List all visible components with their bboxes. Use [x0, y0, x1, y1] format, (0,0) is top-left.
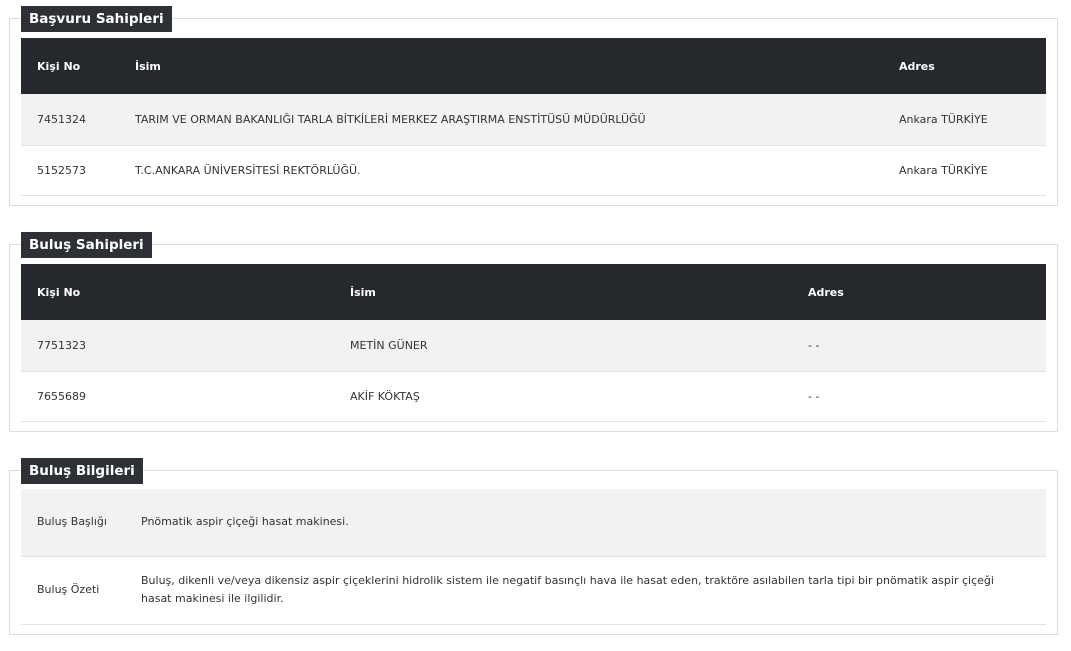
- invention-info-table: Buluş Başlığı Pnömatik aspir çiçeği hasa…: [21, 489, 1046, 625]
- inventors-table: Kişi No İsim Adres 7751323 METİN GÜNER -…: [21, 264, 1046, 422]
- address-cell: Ankara TÜRKİYE: [883, 94, 1046, 146]
- table-row: 7751323 METİN GÜNER - -: [21, 320, 1046, 372]
- column-header-person-no[interactable]: Kişi No: [21, 264, 334, 320]
- name-cell: METİN GÜNER: [334, 320, 792, 372]
- column-header-name[interactable]: İsim: [334, 264, 792, 320]
- address-cell: - -: [792, 371, 1046, 422]
- column-header-address[interactable]: Adres: [792, 264, 1046, 320]
- inventors-header-row: Kişi No İsim Adres: [21, 264, 1046, 320]
- inventors-section-title: Buluş Sahipleri: [21, 232, 152, 258]
- name-cell: TARIM VE ORMAN BAKANLIĞI TARLA BİTKİLERİ…: [119, 94, 883, 146]
- person-no-cell: 7451324: [21, 94, 119, 146]
- invention-info-section-title: Buluş Bilgileri: [21, 458, 143, 484]
- address-cell: - -: [792, 320, 1046, 372]
- table-row: Buluş Başlığı Pnömatik aspir çiçeği hasa…: [21, 489, 1046, 557]
- inventors-section: Buluş Sahipleri Kişi No İsim Adres 77513…: [9, 232, 1058, 432]
- name-cell: T.C.ANKARA ÜNİVERSİTESİ REKTÖRLÜĞÜ.: [119, 145, 883, 196]
- applicants-table: Kişi No İsim Adres 7451324 TARIM VE ORMA…: [21, 38, 1046, 196]
- column-header-person-no[interactable]: Kişi No: [21, 38, 119, 94]
- applicants-section-title: Başvuru Sahipleri: [21, 6, 172, 32]
- table-row: 7451324 TARIM VE ORMAN BAKANLIĞI TARLA B…: [21, 94, 1046, 146]
- table-row: 5152573 T.C.ANKARA ÜNİVERSİTESİ REKTÖRLÜ…: [21, 145, 1046, 196]
- invention-summary-value: Buluş, dikenli ve/veya dikensiz aspir çi…: [125, 556, 1046, 625]
- applicants-header-row: Kişi No İsim Adres: [21, 38, 1046, 94]
- invention-title-value: Pnömatik aspir çiçeği hasat makinesi.: [125, 489, 1046, 557]
- person-no-cell: 7655689: [21, 371, 334, 422]
- column-header-address[interactable]: Adres: [883, 38, 1046, 94]
- table-row: Buluş Özeti Buluş, dikenli ve/veya diken…: [21, 556, 1046, 625]
- name-cell: AKİF KÖKTAŞ: [334, 371, 792, 422]
- applicants-section: Başvuru Sahipleri Kişi No İsim Adres 745…: [9, 6, 1058, 206]
- invention-info-section: Buluş Bilgileri Buluş Başlığı Pnömatik a…: [9, 458, 1058, 635]
- column-header-name[interactable]: İsim: [119, 38, 883, 94]
- invention-summary-label: Buluş Özeti: [21, 556, 125, 625]
- address-cell: Ankara TÜRKİYE: [883, 145, 1046, 196]
- invention-title-label: Buluş Başlığı: [21, 489, 125, 557]
- table-row: 7655689 AKİF KÖKTAŞ - -: [21, 371, 1046, 422]
- person-no-cell: 5152573: [21, 145, 119, 196]
- person-no-cell: 7751323: [21, 320, 334, 372]
